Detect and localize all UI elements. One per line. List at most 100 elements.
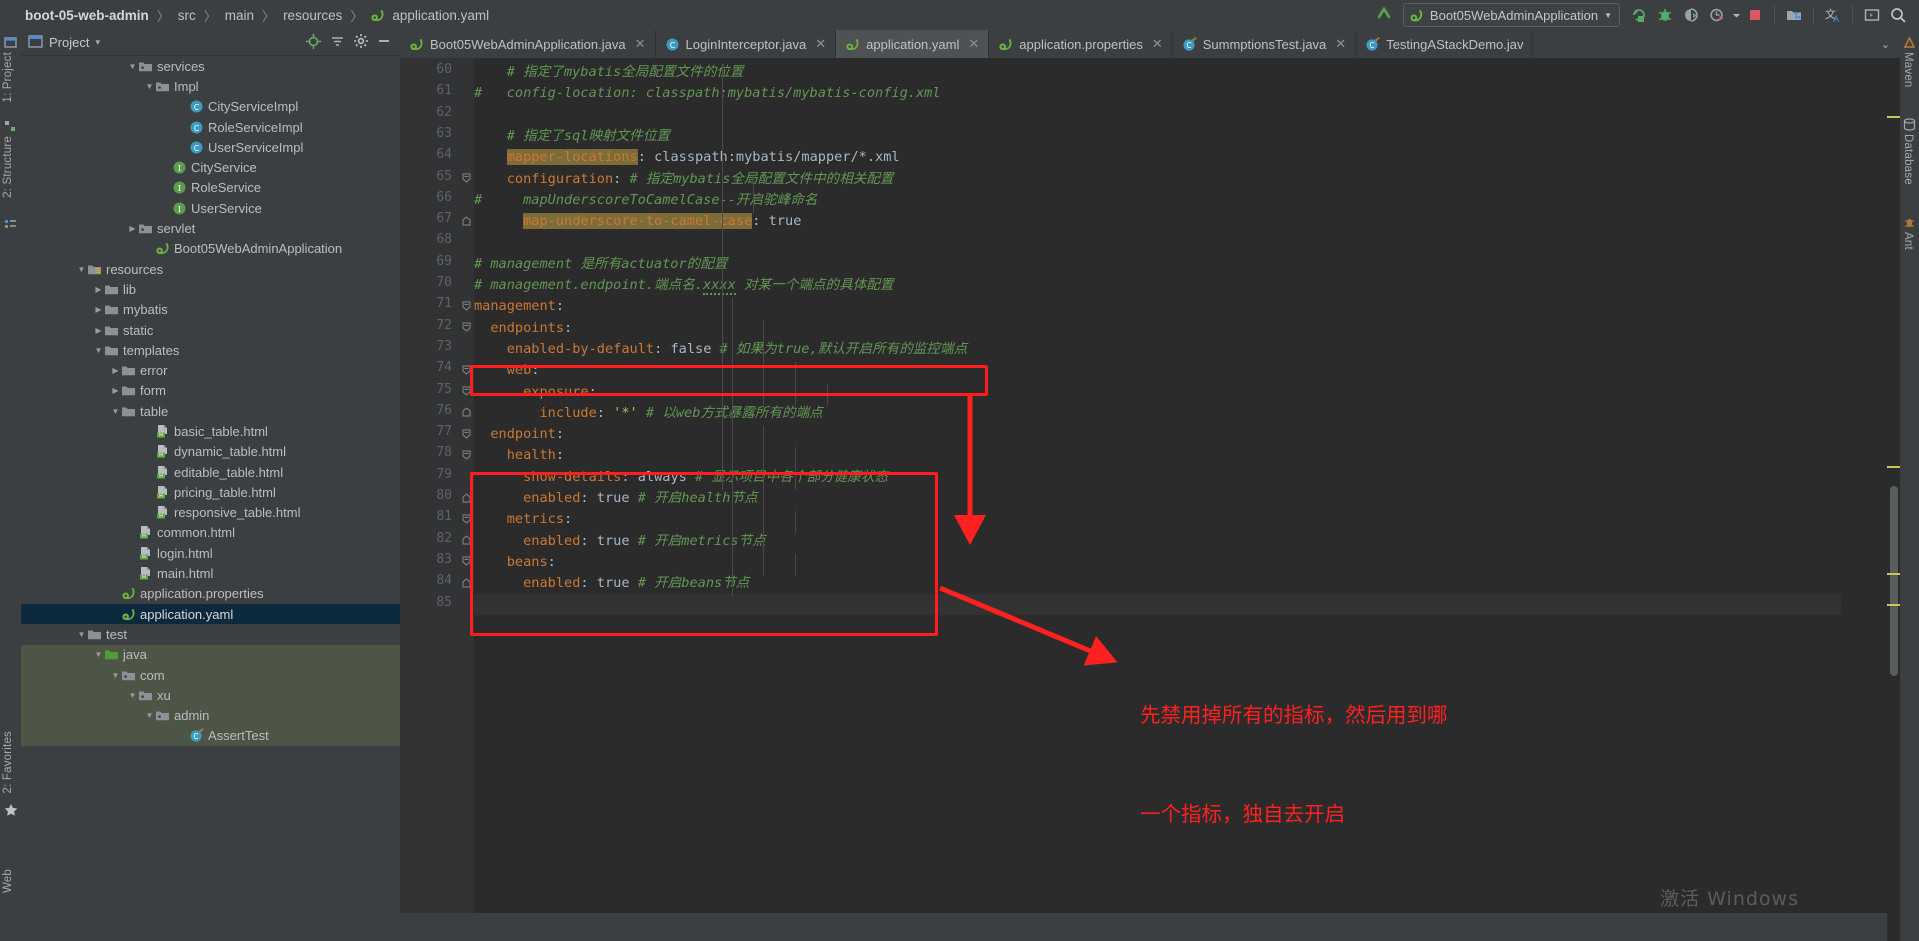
- editor-tab-summptionstest-java[interactable]: C SummptionsTest.java ✕: [1173, 30, 1357, 58]
- tree-item-roleservice[interactable]: I RoleService: [21, 178, 400, 198]
- tree-item-boot05webadminapplication[interactable]: Boot05WebAdminApplication: [21, 239, 400, 259]
- tree-item-servlet[interactable]: ▶ servlet: [21, 218, 400, 238]
- tree-toggle-right-icon[interactable]: ▶: [93, 326, 104, 335]
- tool-label-project[interactable]: 1: Project: [2, 52, 14, 103]
- tree-item-test[interactable]: ▼ test: [21, 624, 400, 644]
- tree-toggle-down-icon[interactable]: ▼: [110, 671, 121, 680]
- database-icon[interactable]: [1903, 118, 1917, 132]
- back-arrow-icon[interactable]: [1376, 5, 1393, 25]
- tree-item-common-html[interactable]: Hcommon.html: [21, 523, 400, 543]
- tool-label-web[interactable]: Web: [2, 869, 14, 893]
- tree-item-roleserviceimpl[interactable]: C RoleServiceImpl: [21, 117, 400, 137]
- tree-toggle-down-icon[interactable]: ▼: [144, 82, 155, 91]
- tree-item-static[interactable]: ▶ static: [21, 320, 400, 340]
- collapse-all-icon[interactable]: [330, 34, 345, 52]
- locate-icon[interactable]: [306, 33, 321, 52]
- tree-toggle-down-icon[interactable]: ▼: [93, 346, 104, 355]
- fold-expanded-icon[interactable]: [462, 173, 471, 183]
- tree-toggle-down-icon[interactable]: ▼: [76, 265, 87, 274]
- editor-tab-testingastackdemo-jav[interactable]: C TestingAStackDemo.jav: [1356, 30, 1534, 58]
- tree-item-xu[interactable]: ▼ xu: [21, 685, 400, 706]
- structure-small-icon[interactable]: [4, 218, 18, 232]
- tree-item-application-properties[interactable]: application.properties: [21, 584, 400, 604]
- tree-toggle-down-icon[interactable]: ▼: [127, 691, 138, 700]
- editor-tab-application-properties[interactable]: application.properties ✕: [989, 30, 1173, 58]
- terminal-icon[interactable]: [1859, 2, 1885, 28]
- chevron-down-icon[interactable]: ▾: [89, 37, 100, 48]
- tree-item-java[interactable]: ▼ java: [21, 644, 400, 665]
- settings-gear-icon[interactable]: [354, 34, 368, 51]
- tree-item-login-html[interactable]: Hlogin.html: [21, 543, 400, 563]
- tree-item-services[interactable]: ▼ services: [21, 56, 400, 76]
- tool-label-maven[interactable]: Maven: [1902, 52, 1914, 88]
- breadcrumb-item-0[interactable]: boot-05-web-admin: [18, 8, 156, 23]
- tree-toggle-right-icon[interactable]: ▶: [110, 386, 121, 395]
- tree-item-responsive-table-html[interactable]: Hresponsive_table.html: [21, 503, 400, 523]
- run-configuration-selector[interactable]: Boot05WebAdminApplication ▼: [1402, 3, 1620, 27]
- project-tool-icon[interactable]: [4, 36, 18, 50]
- breadcrumb-item-2[interactable]: main: [218, 8, 261, 23]
- tree-item-templates[interactable]: ▼ templates: [21, 340, 400, 360]
- tree-toggle-down-icon[interactable]: ▼: [144, 711, 155, 720]
- tree-item-basic-table-html[interactable]: Hbasic_table.html: [21, 421, 400, 441]
- editor-tab-logininterceptor-java[interactable]: C LoginInterceptor.java ✕: [656, 30, 837, 58]
- tree-item-table[interactable]: ▼ table: [21, 401, 400, 421]
- tree-toggle-right-icon[interactable]: ▶: [93, 305, 104, 314]
- fold-end-icon[interactable]: [462, 492, 471, 502]
- search-everywhere-icon[interactable]: [1885, 2, 1911, 28]
- tree-item-application-yaml[interactable]: application.yaml: [21, 604, 400, 625]
- tree-item-cityservice[interactable]: I CityService: [21, 157, 400, 177]
- breadcrumb-item-3[interactable]: resources: [276, 8, 349, 23]
- fold-end-icon[interactable]: [462, 578, 471, 588]
- tree-toggle-right-icon[interactable]: ▶: [93, 285, 104, 294]
- fold-expanded-icon[interactable]: [462, 514, 471, 524]
- tree-item-userservice[interactable]: I UserService: [21, 198, 400, 218]
- tree-item-userserviceimpl[interactable]: C UserServiceImpl: [21, 137, 400, 157]
- structure-tool-icon[interactable]: [4, 120, 18, 134]
- tool-label-structure[interactable]: 2: Structure: [2, 136, 14, 198]
- tool-label-ant[interactable]: Ant: [1902, 232, 1914, 250]
- tree-item-admin[interactable]: ▼ admin: [21, 705, 400, 726]
- editor-scroll-thumb[interactable]: [1890, 486, 1898, 676]
- close-icon[interactable]: ✕: [815, 36, 826, 52]
- tree-item-editable-table-html[interactable]: Heditable_table.html: [21, 462, 400, 482]
- project-structure-icon[interactable]: [1781, 2, 1807, 28]
- tree-toggle-down-icon[interactable]: ▼: [93, 650, 104, 659]
- fold-end-icon[interactable]: [462, 215, 471, 226]
- tree-item-lib[interactable]: ▶ lib: [21, 279, 400, 299]
- close-icon[interactable]: ✕: [1152, 36, 1163, 52]
- breadcrumb-item-1[interactable]: src: [171, 8, 203, 23]
- tree-toggle-down-icon[interactable]: ▼: [76, 630, 87, 639]
- tree-item-pricing-table-html[interactable]: Hpricing_table.html: [21, 482, 400, 502]
- profiler-dropdown-icon[interactable]: [1730, 2, 1742, 28]
- tree-item-mybatis[interactable]: ▶ mybatis: [21, 300, 400, 320]
- translate-icon[interactable]: 文A: [1820, 2, 1846, 28]
- editor-tab-application-yaml[interactable]: application.yaml ✕: [836, 30, 990, 58]
- hide-panel-icon[interactable]: [377, 34, 391, 51]
- close-icon[interactable]: ✕: [1335, 36, 1346, 52]
- fold-end-icon[interactable]: [462, 407, 471, 417]
- tool-label-favorites[interactable]: 2: Favorites: [2, 731, 14, 793]
- project-tree[interactable]: ▼ services ▼ Impl C CityServiceImpl C RoleServi…: [21, 56, 400, 913]
- close-icon[interactable]: ✕: [968, 36, 979, 52]
- editor-scrollbar[interactable]: [1887, 86, 1900, 941]
- tree-item-main-html[interactable]: Hmain.html: [21, 563, 400, 583]
- tree-toggle-down-icon[interactable]: ▼: [110, 407, 121, 416]
- tree-item-form[interactable]: ▶ form: [21, 381, 400, 401]
- ant-icon[interactable]: [1903, 216, 1917, 230]
- tree-toggle-right-icon[interactable]: ▶: [110, 366, 121, 375]
- fold-expanded-icon[interactable]: [462, 556, 471, 567]
- debug-icon[interactable]: [1652, 2, 1678, 28]
- tree-item-impl[interactable]: ▼ Impl: [21, 76, 400, 96]
- run-with-coverage-icon[interactable]: [1678, 2, 1704, 28]
- fold-expanded-icon[interactable]: [462, 450, 471, 460]
- tree-toggle-right-icon[interactable]: ▶: [127, 224, 138, 233]
- chevron-down-icon[interactable]: ▼: [1604, 11, 1612, 20]
- stop-icon[interactable]: [1742, 2, 1768, 28]
- tree-item-com[interactable]: ▼ com: [21, 664, 400, 686]
- code-editor[interactable]: 60 61 62 63 64 65 66 67 68 69 70 71 72 73 74 75 76 77 78 79…: [400, 58, 1900, 941]
- fold-expanded-icon[interactable]: [462, 322, 471, 332]
- fold-expanded-icon[interactable]: [462, 365, 471, 375]
- tab-overflow-chevron-icon[interactable]: ⌄: [1871, 30, 1900, 58]
- code-folding-column[interactable]: [460, 58, 474, 913]
